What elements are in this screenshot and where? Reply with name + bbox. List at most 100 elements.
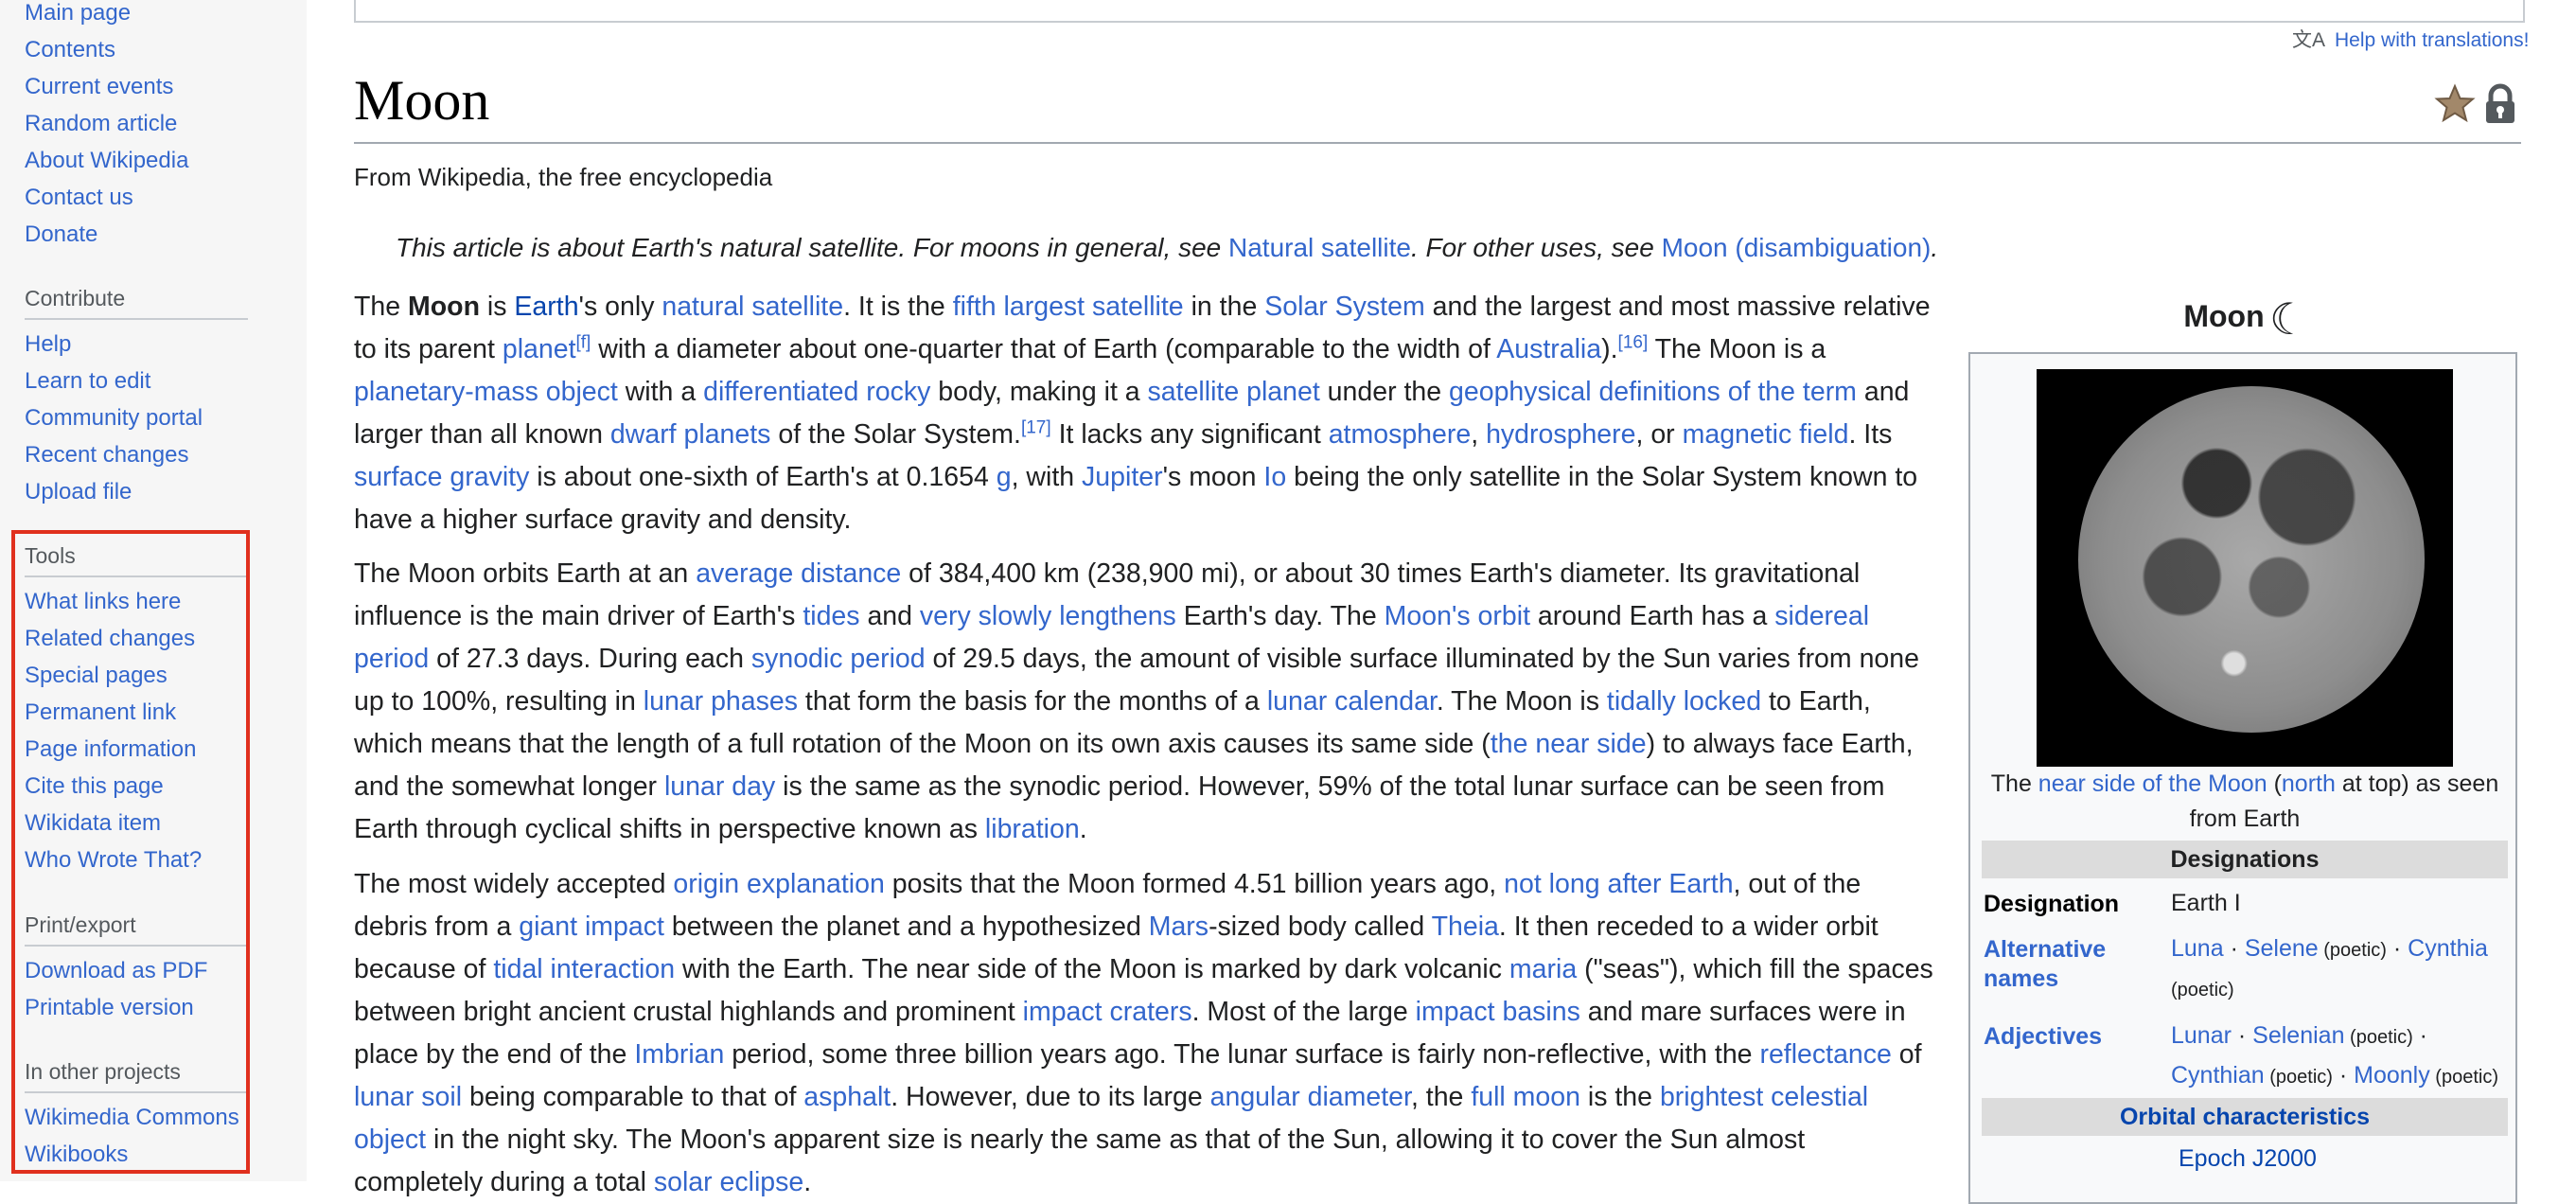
surface-gravity-link[interactable]: surface gravity <box>354 462 529 492</box>
the-near-side-link[interactable]: the near side <box>1491 729 1647 759</box>
tidal-interaction-link[interactable]: tidal interaction <box>493 954 675 984</box>
libration-link[interactable]: libration <box>985 814 1080 844</box>
earth-link[interactable]: Earth <box>514 292 578 322</box>
dwarf-planets-link[interactable]: dwarf planets <box>610 419 771 450</box>
theia-link[interactable]: Theia <box>1432 912 1499 942</box>
sidebar-item-learn-to-edit[interactable]: Learn to edit <box>25 368 150 395</box>
text-run: of the Solar System. <box>770 419 1021 450</box>
tides-link[interactable]: tides <box>803 601 859 631</box>
fifth-largest-satellite-link[interactable]: fifth largest satellite <box>953 292 1184 322</box>
geophysical-definitions-of-the-term-link[interactable]: geophysical definitions of the term <box>1449 377 1857 407</box>
orbital-characteristics-header[interactable]: Orbital characteristics <box>1982 1098 2508 1136</box>
near-side-of-the-moon-link[interactable]: near side of the Moon <box>2038 770 2267 797</box>
lunar-soil-link[interactable]: lunar soil <box>354 1082 462 1112</box>
giant-impact-link[interactable]: giant impact <box>519 912 664 942</box>
natural-satellite-link[interactable]: Natural satellite <box>1228 233 1411 262</box>
help-with-translations-link[interactable]: 文A Help with translations! <box>2292 25 2529 53</box>
satellite-planet-link[interactable]: satellite planet <box>1148 377 1320 407</box>
mars-link[interactable]: Mars <box>1149 912 1209 942</box>
epoch-link[interactable]: Epoch J2000 <box>2179 1140 2519 1177</box>
australia-link[interactable]: Australia <box>1496 334 1601 364</box>
infobox-title-text: Moon <box>2183 299 2265 333</box>
luna-link[interactable]: Luna <box>2171 935 2224 962</box>
text-run: . However, due to its large <box>891 1082 1210 1112</box>
text-run: The Moon orbits Earth at an <box>354 558 697 589</box>
text-run: being comparable to that of <box>462 1082 804 1112</box>
text-run: 's moon <box>1162 462 1264 492</box>
sidebar-item-contents[interactable]: Contents <box>25 37 115 63</box>
atmosphere-link[interactable]: atmosphere <box>1329 419 1472 450</box>
very-slowly-lengthens-link[interactable]: very slowly lengthens <box>920 601 1176 631</box>
text-run: in the night sky. The Moon's apparent si… <box>354 1124 1806 1197</box>
origin-explanation-link[interactable]: origin explanation <box>673 869 884 899</box>
lunar-day-link[interactable]: lunar day <box>664 771 775 802</box>
text-run: ). <box>1601 334 1618 364</box>
sidebar-item-recent-changes[interactable]: Recent changes <box>25 442 188 469</box>
lunar-calendar-link[interactable]: lunar calendar <box>1267 686 1437 717</box>
not-long-after-earth-link[interactable]: not long after Earth <box>1504 869 1733 899</box>
protection-lock-icon[interactable] <box>2481 83 2519 125</box>
natural-satellite-link[interactable]: natural satellite <box>662 292 843 322</box>
text-run: , or <box>1635 419 1683 450</box>
alternative-names-value: Luna · Selene (poetic) · Cynthia (poetic… <box>2171 930 2512 1009</box>
reference-17[interactable]: [17] <box>1021 418 1051 438</box>
differentiated-rocky-link[interactable]: differentiated rocky <box>703 377 930 407</box>
io-link[interactable]: Io <box>1263 462 1286 492</box>
magnetic-field-link[interactable]: magnetic field <box>1683 419 1849 450</box>
average-distance-link[interactable]: average distance <box>696 558 901 589</box>
selenian-link[interactable]: Selenian <box>2252 1022 2344 1049</box>
sidebar-item-help[interactable]: Help <box>25 331 71 358</box>
adjectives-label[interactable]: Adjectives <box>1984 1022 2102 1052</box>
sidebar-item-community-portal[interactable]: Community portal <box>25 405 203 432</box>
sidebar-item-contact-us[interactable]: Contact us <box>25 185 133 211</box>
infobox-title: Moon <box>1968 299 2479 334</box>
text-run: The Moon is a <box>1648 334 1826 364</box>
lunar-phases-link[interactable]: lunar phases <box>644 686 798 717</box>
moonly-link[interactable]: Moonly <box>2354 1062 2430 1089</box>
adjectives-value: Lunar · Selenian (poetic) · Cynthian (po… <box>2171 1017 2512 1096</box>
hatnote-text: . For other uses, see <box>1410 233 1662 262</box>
sidebar-item-upload-file[interactable]: Upload file <box>25 479 132 505</box>
solar-system-link[interactable]: Solar System <box>1264 292 1424 322</box>
sidebar-item-about-wikipedia[interactable]: About Wikipedia <box>25 148 188 174</box>
synodic-period-link[interactable]: synodic period <box>751 644 926 674</box>
text-run: around Earth has a <box>1530 601 1775 631</box>
moon-s-orbit-link[interactable]: Moon's orbit <box>1385 601 1530 631</box>
designation-value: Earth I <box>2171 890 2241 916</box>
selene-link[interactable]: Selene <box>2245 935 2319 962</box>
text-run: The <box>1990 770 2038 797</box>
moon-image[interactable] <box>2037 369 2453 767</box>
hatnote-text: This article is about Earth's natural sa… <box>396 233 1228 262</box>
alternative-names-label[interactable]: Alternative names <box>1984 935 2163 994</box>
cynthian-link[interactable]: Cynthian <box>2171 1062 2265 1089</box>
g-link[interactable]: g <box>997 462 1012 492</box>
site-tagline: From Wikipedia, the free encyclopedia <box>354 163 773 191</box>
lunar-link[interactable]: Lunar <box>2171 1022 2232 1049</box>
hydrosphere-link[interactable]: hydrosphere <box>1486 419 1635 450</box>
sidebar-item-current-events[interactable]: Current events <box>25 74 173 100</box>
sidebar-item-random-article[interactable]: Random article <box>25 111 177 137</box>
solar-eclipse-link[interactable]: solar eclipse <box>654 1167 803 1197</box>
featured-article-star-icon[interactable] <box>2434 83 2476 125</box>
reference-16[interactable]: [16] <box>1618 333 1649 353</box>
cynthia-link[interactable]: Cynthia <box>2408 935 2488 962</box>
text-run: It lacks any significant <box>1050 419 1329 450</box>
reference-f[interactable]: [f] <box>576 333 591 353</box>
planetary-mass-object-link[interactable]: planetary-mass object <box>354 377 618 407</box>
moon-disambiguation-link[interactable]: Moon (disambiguation) <box>1662 233 1932 262</box>
sidebar-item-main-page[interactable]: Main page <box>25 0 131 27</box>
tidally-locked-link[interactable]: tidally locked <box>1607 686 1761 717</box>
text-run: · <box>2223 935 2245 962</box>
north-link[interactable]: north <box>2282 770 2336 797</box>
planet-link[interactable]: planet <box>503 334 576 364</box>
angular-diameter-link[interactable]: angular diameter <box>1210 1082 1411 1112</box>
maria-link[interactable]: maria <box>1509 954 1577 984</box>
full-moon-link[interactable]: full moon <box>1471 1082 1580 1112</box>
reflectance-link[interactable]: reflectance <box>1759 1039 1891 1070</box>
impact-basins-link[interactable]: impact basins <box>1416 997 1580 1027</box>
impact-craters-link[interactable]: impact craters <box>1023 997 1192 1027</box>
asphalt-link[interactable]: asphalt <box>803 1082 891 1112</box>
sidebar-item-donate[interactable]: Donate <box>25 221 97 248</box>
jupiter-link[interactable]: Jupiter <box>1082 462 1163 492</box>
imbrian-link[interactable]: Imbrian <box>634 1039 724 1070</box>
